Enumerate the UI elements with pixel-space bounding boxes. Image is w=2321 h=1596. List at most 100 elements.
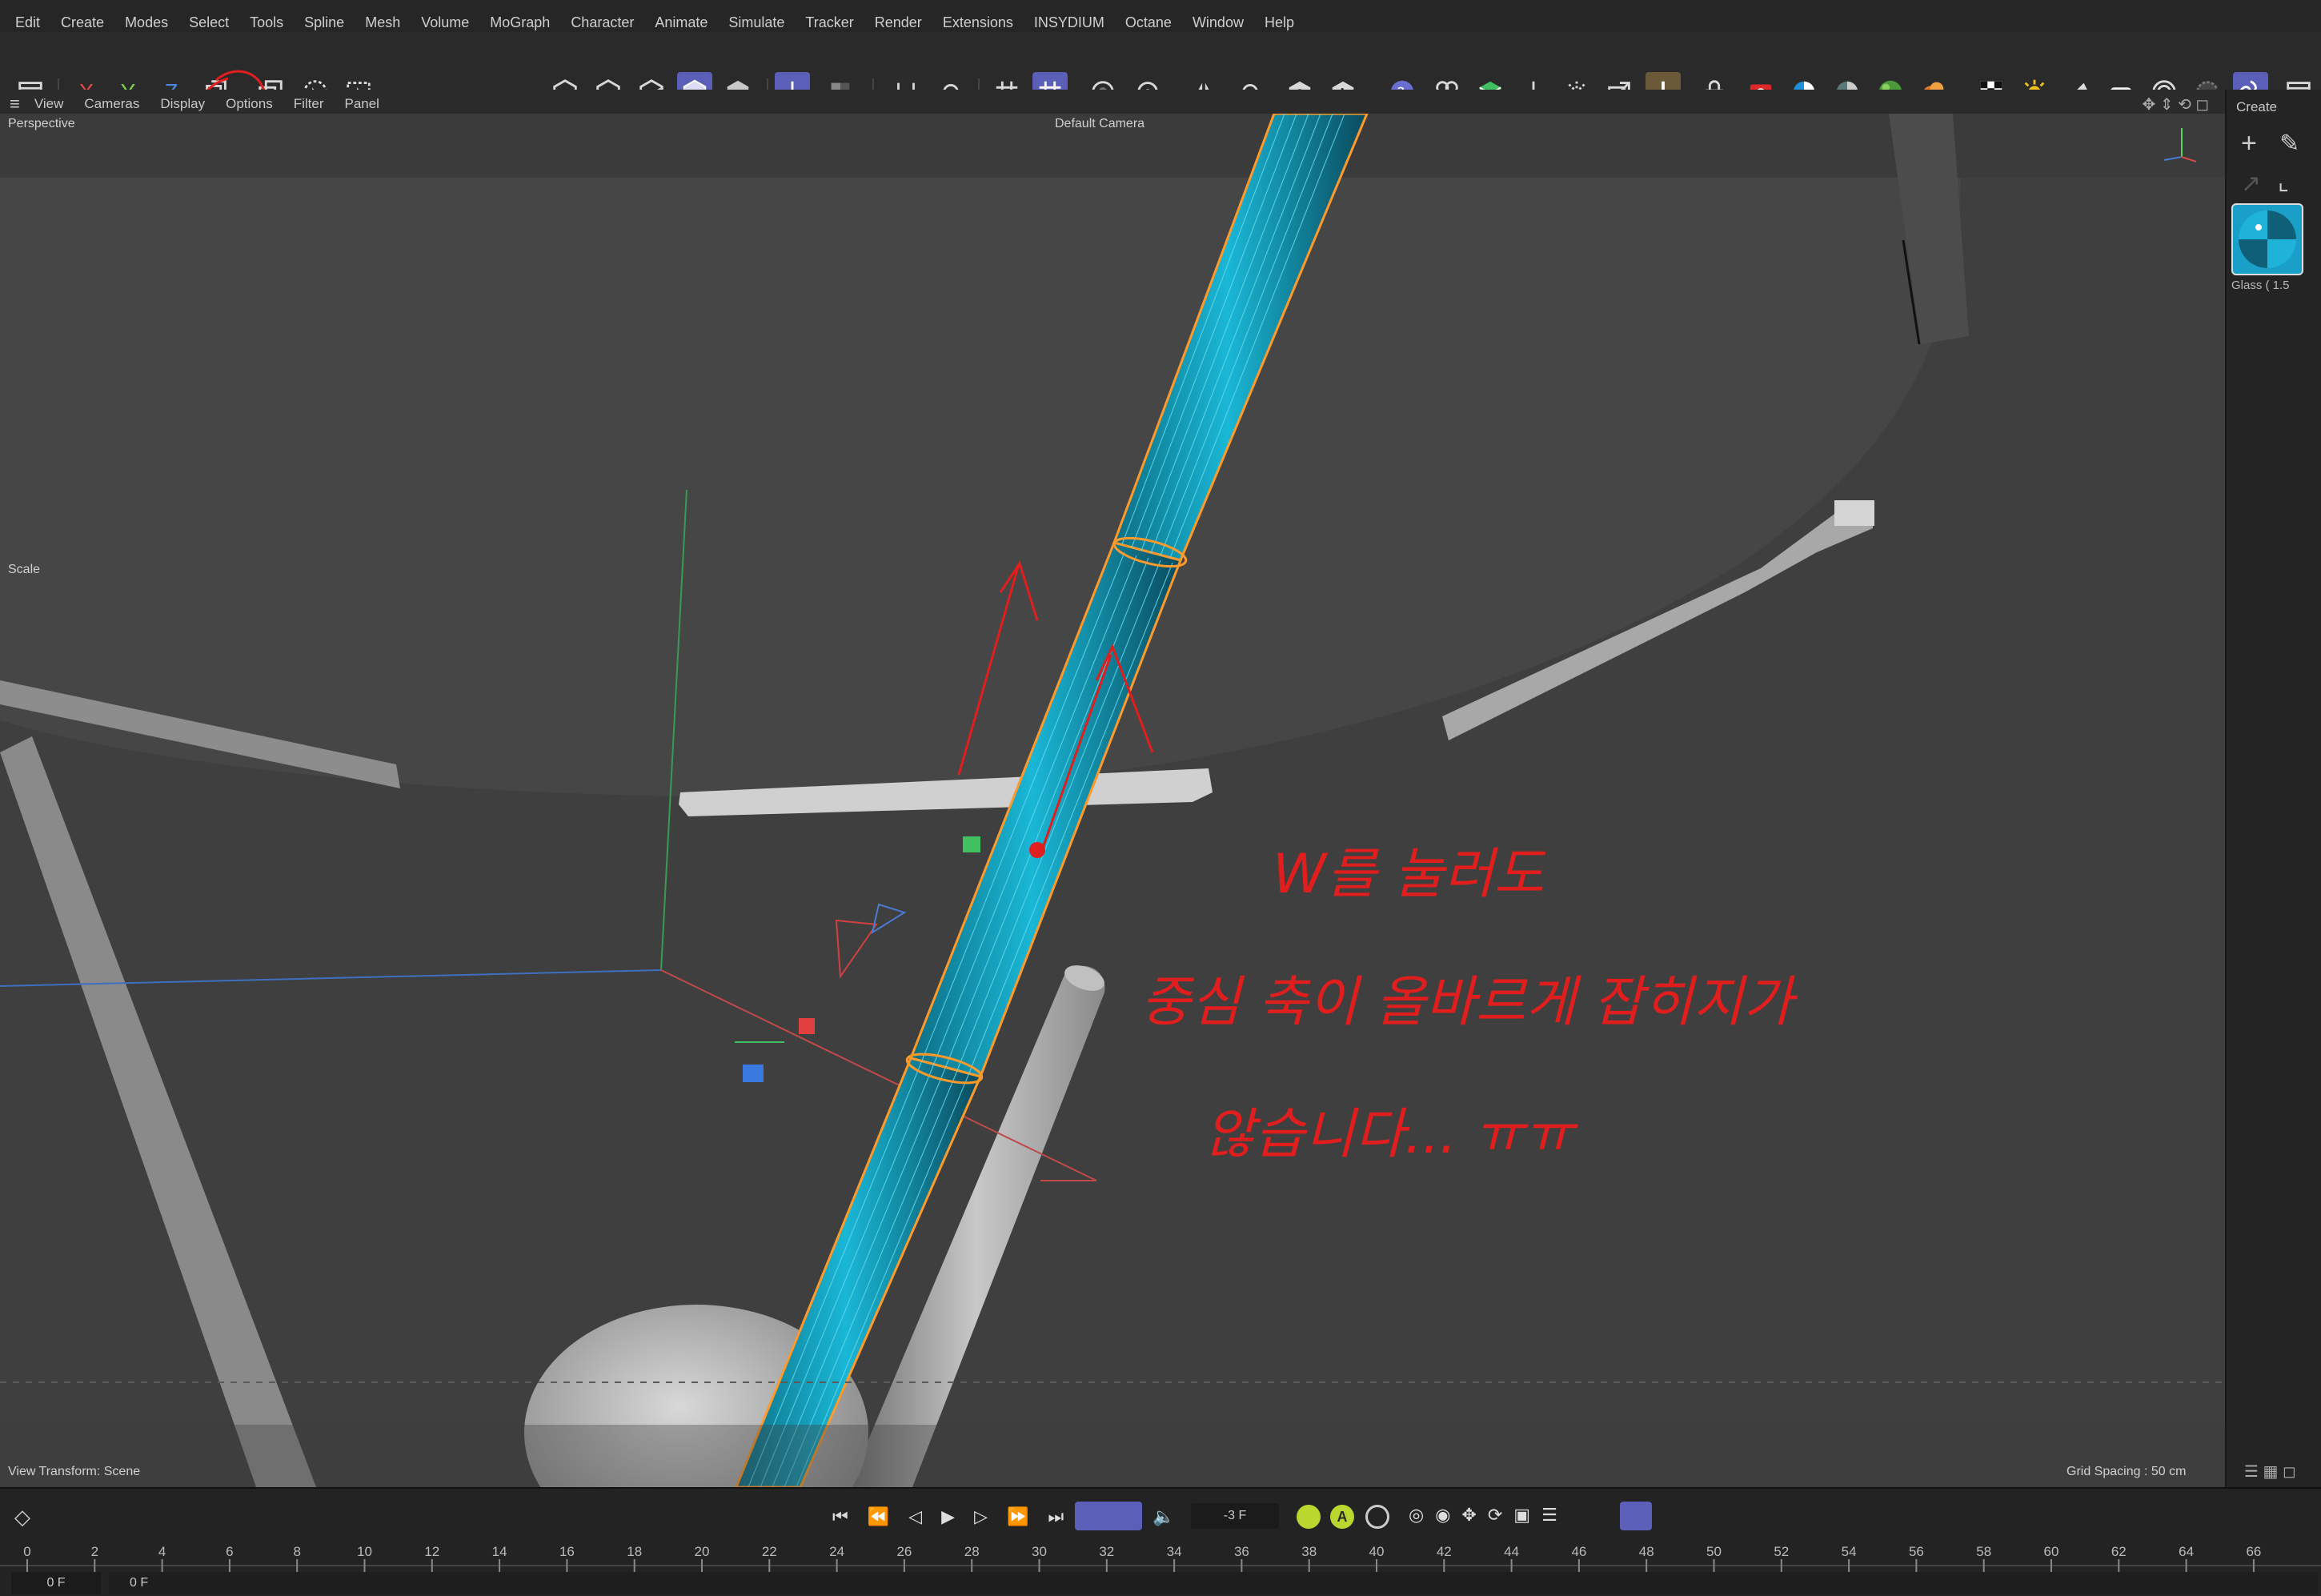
cameras-menu[interactable]: Cameras <box>84 96 139 112</box>
go-to-start-icon[interactable]: ⏮ <box>832 1506 848 1527</box>
previous-key-icon[interactable]: ⏪ <box>868 1506 889 1527</box>
panel-menu[interactable]: Panel <box>344 96 379 112</box>
timeline-tick-label: 40 <box>1369 1544 1385 1559</box>
timeline-tick-label: 38 <box>1301 1544 1317 1559</box>
right-side-panel: Create + ✎ ↗ ⌞ Glass ( 1.5 ☰ ▦ ◻ <box>2225 90 2321 1487</box>
timeline-tick-label: 30 <box>1032 1544 1047 1559</box>
start-frame-field[interactable]: 0 F <box>11 1572 101 1594</box>
timeline-tick-label: 6 <box>226 1544 233 1559</box>
viewport-scene: W를 눌러도 중심 축이 올바르게 잡히지가 않습니다... ㅠㅠ <box>0 114 2225 1487</box>
timeline-tick-label: 34 <box>1167 1544 1182 1559</box>
menu-insydium[interactable]: INSYDIUM <box>1034 14 1104 31</box>
timeline-tick-label: 50 <box>1706 1544 1722 1559</box>
autokey-button[interactable]: A <box>1330 1505 1354 1529</box>
key-rotation-icon[interactable]: ◉ <box>1435 1505 1450 1526</box>
timeline-tick-label: 22 <box>762 1544 777 1559</box>
record-keyframe-icon[interactable] <box>1297 1505 1321 1529</box>
timeline-tick-label: 46 <box>1571 1544 1586 1559</box>
menu-tools[interactable]: Tools <box>250 14 283 31</box>
transform-icon[interactable]: ⌞ <box>2278 168 2289 196</box>
sound-icon[interactable]: 🔈 <box>1152 1506 1174 1527</box>
viewport-hamburger-icon[interactable]: ≡ <box>10 94 20 114</box>
menu-spline[interactable]: Spline <box>304 14 344 31</box>
3d-viewport[interactable]: W를 눌러도 중심 축이 올바르게 잡히지가 않습니다... ㅠㅠ Perspe… <box>0 114 2225 1487</box>
timeline-tick-label: 28 <box>964 1544 980 1559</box>
material-name: Glass ( 1.5 <box>2231 279 2290 292</box>
menu-tracker[interactable]: Tracker <box>805 14 853 31</box>
axis-orientation-icon <box>2163 128 2197 162</box>
timeline-tick-label: 26 <box>896 1544 912 1559</box>
timeline-tick-label: 2 <box>91 1544 98 1559</box>
grid-spacing-label: Grid Spacing : 50 cm <box>2066 1465 2187 1478</box>
key-param-icon[interactable]: ⟳ <box>1488 1505 1502 1526</box>
go-to-end-icon[interactable]: ⏭ <box>1048 1506 1064 1527</box>
timeline-tick-label: 4 <box>158 1544 166 1559</box>
timeline-tick-label: 12 <box>424 1544 439 1559</box>
timeline-tick-label: 42 <box>1437 1544 1452 1559</box>
timeline-tick-label: 54 <box>1842 1544 1857 1559</box>
timeline-tick-label: 24 <box>829 1544 844 1559</box>
menu-window[interactable]: Window <box>1193 14 1244 31</box>
timeline-tick-label: 16 <box>559 1544 575 1559</box>
perspective-label[interactable]: Perspective <box>8 117 75 131</box>
timeline-tick-label: 44 <box>1504 1544 1519 1559</box>
timeline-tick-label: 14 <box>492 1544 507 1559</box>
menu-character[interactable]: Character <box>571 14 634 31</box>
timeline-tick-label: 10 <box>357 1544 372 1559</box>
menu-extensions[interactable]: Extensions <box>943 14 1013 31</box>
menu-create[interactable]: Create <box>61 14 104 31</box>
key-motion-icon[interactable]: ☰ <box>1541 1505 1557 1526</box>
menu-render[interactable]: Render <box>875 14 922 31</box>
menu-simulate[interactable]: Simulate <box>728 14 784 31</box>
menu-volume[interactable]: Volume <box>421 14 469 31</box>
timeline-panel: ◇ ⏮ ⏪ ◁ ▶ ▷ ⏩ ⏭ 🔈 -3 F A ◎ ◉ ✥ ⟳ ▣ ☰ 024… <box>0 1487 2321 1596</box>
layout-toggle-icons[interactable]: ☰ ▦ ◻ <box>2244 1462 2296 1482</box>
timeline-tick-label: 52 <box>1774 1544 1789 1559</box>
play-icon[interactable]: ▶ <box>941 1506 955 1527</box>
timeline-tick-label: 36 <box>1234 1544 1249 1559</box>
timeline-tick-label: 62 <box>2111 1544 2127 1559</box>
key-option-icons: ◎ ◉ ✥ ⟳ ▣ ☰ <box>1409 1505 1557 1526</box>
arrow-icon[interactable]: ↗ <box>2241 170 2261 198</box>
cinema4d-window: Edit Create Modes Select Tools Spline Mesh Volu… <box>0 0 2321 1596</box>
filter-menu[interactable]: Filter <box>294 96 324 112</box>
menu-animate[interactable]: Animate <box>655 14 708 31</box>
glass-material-swatch[interactable] <box>2231 203 2303 275</box>
menu-mesh[interactable]: Mesh <box>365 14 400 31</box>
timeline-tick-label: 20 <box>695 1544 710 1559</box>
timeline-tick-label: 8 <box>293 1544 300 1559</box>
playback-controls: ⏮ ⏪ ◁ ▶ ▷ ⏩ ⏭ <box>832 1506 1064 1527</box>
loop-toggle-icon[interactable] <box>1075 1502 1142 1530</box>
next-frame-icon[interactable]: ▷ <box>974 1506 988 1527</box>
previous-frame-icon[interactable]: ◁ <box>908 1506 922 1527</box>
display-menu[interactable]: Display <box>160 96 205 112</box>
menu-modes[interactable]: Modes <box>125 14 168 31</box>
key-position-icon[interactable]: ◎ <box>1409 1505 1424 1526</box>
end-frame-field[interactable]: 0 F <box>109 1572 2318 1594</box>
current-frame-field[interactable]: -3 F <box>1191 1503 1279 1529</box>
key-scale-icon[interactable]: ✥ <box>1461 1505 1476 1526</box>
menu-octane[interactable]: Octane <box>1125 14 1172 31</box>
key-pla-icon[interactable]: ▣ <box>1513 1505 1530 1526</box>
tweak-mode-icon[interactable] <box>1620 1502 1652 1530</box>
viewport-nav-icons[interactable]: ✥ ⇕ ⟲ ◻ <box>2142 94 2209 114</box>
keyframe-diamond-icon[interactable]: ◇ <box>14 1505 30 1530</box>
view-menu[interactable]: View <box>34 96 64 112</box>
next-key-icon[interactable]: ⏩ <box>1007 1506 1028 1527</box>
menu-edit[interactable]: Edit <box>15 14 40 31</box>
timeline-tick-label: 66 <box>2246 1544 2261 1559</box>
main-toolbar: X Y Z A ? <box>0 32 2321 151</box>
add-icon[interactable]: + <box>2241 128 2257 159</box>
timeline-ruler[interactable]: 0 2 4 6 8 10 12 14 16 18 20 22 24 26 28 30 32 34 36 38 40 42 4… <box>0 1542 2321 1574</box>
timeline-tick-label: 56 <box>1909 1544 1924 1559</box>
menu-select[interactable]: Select <box>189 14 229 31</box>
pen-icon[interactable]: ✎ <box>2279 130 2299 158</box>
scale-label: Scale <box>8 563 41 576</box>
keyframe-settings-icon[interactable] <box>1365 1505 1389 1529</box>
menu-help[interactable]: Help <box>1265 14 1294 31</box>
camera-label[interactable]: Default Camera <box>1055 117 1144 131</box>
options-menu[interactable]: Options <box>226 96 273 112</box>
create-label[interactable]: Create <box>2236 99 2277 115</box>
timeline-tick-label: 58 <box>1976 1544 1991 1559</box>
menu-mograph[interactable]: MoGraph <box>490 14 550 31</box>
